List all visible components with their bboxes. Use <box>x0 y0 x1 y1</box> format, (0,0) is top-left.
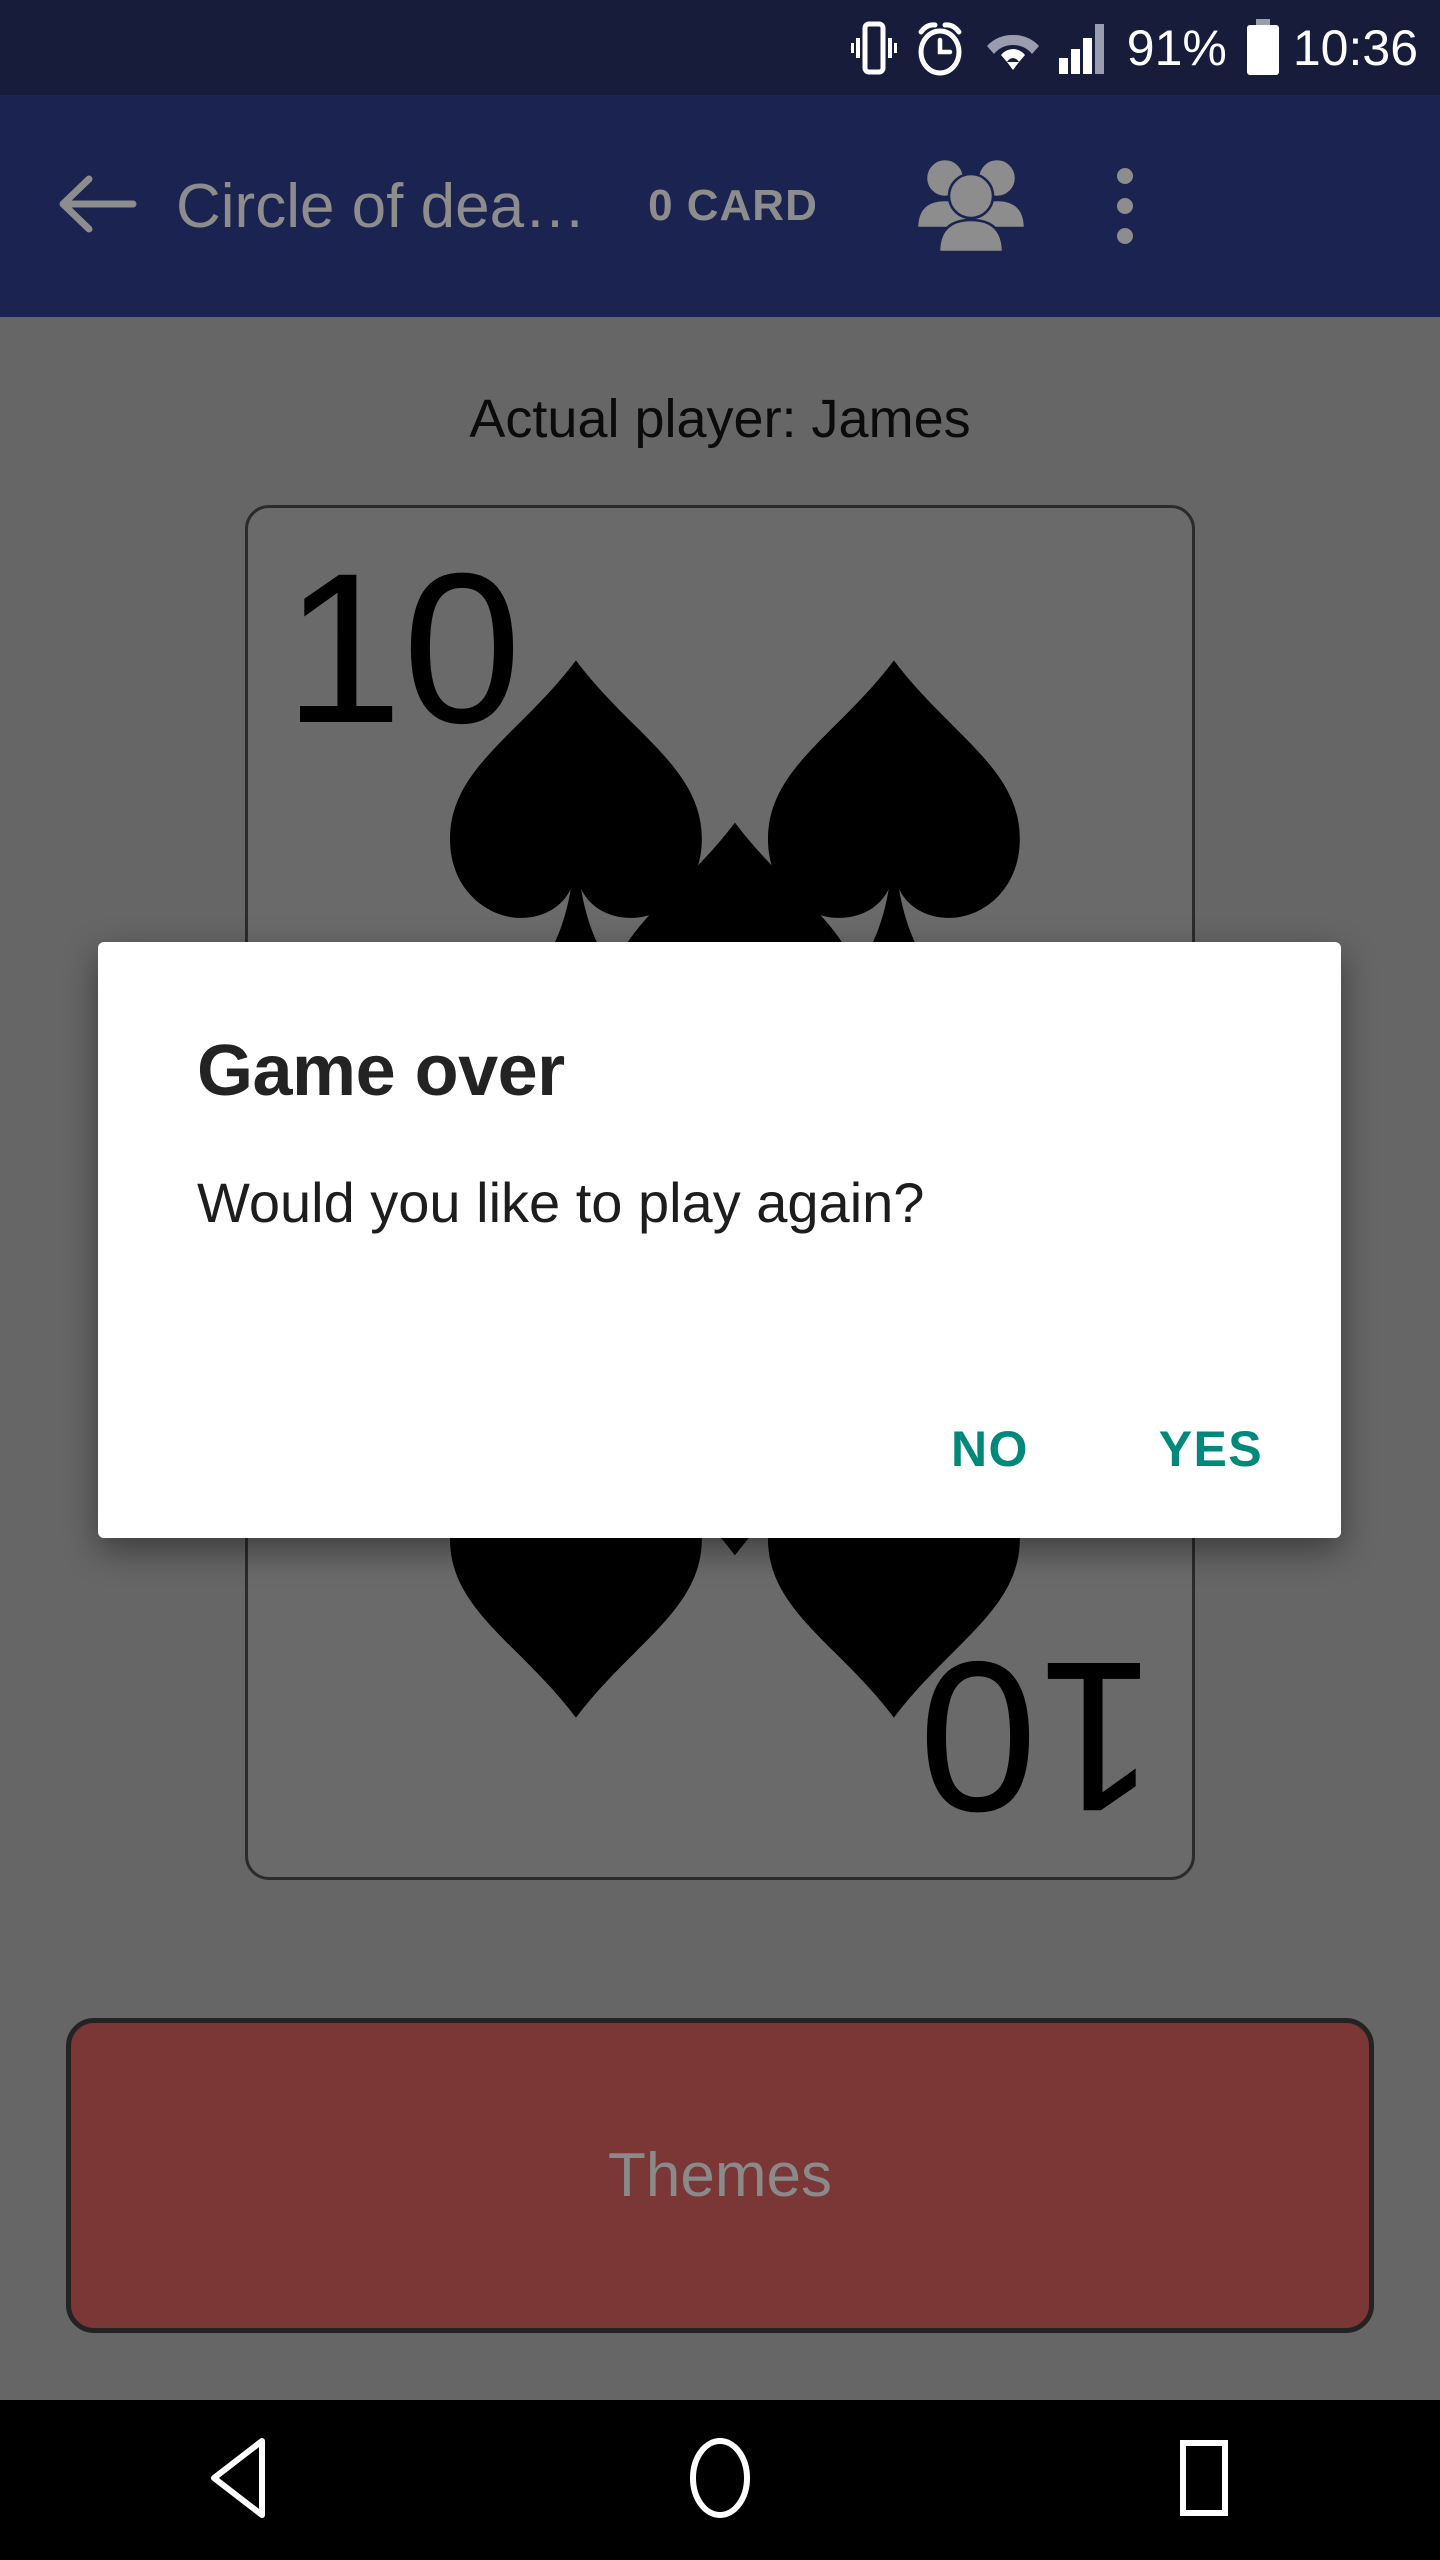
overflow-menu-button[interactable] <box>1070 141 1180 271</box>
alarm-icon <box>913 19 967 77</box>
back-arrow-icon <box>59 173 137 240</box>
svg-text:10: 10 <box>284 529 522 768</box>
navigation-bar <box>0 2400 1440 2560</box>
no-button[interactable]: NO <box>925 1404 1055 1494</box>
nav-recents-button[interactable] <box>1110 2400 1290 2560</box>
dialog-title: Game over <box>197 1031 565 1111</box>
players-button[interactable] <box>906 141 1036 271</box>
nav-recents-square-icon <box>1157 2435 1243 2526</box>
nav-back-triangle-icon <box>200 2435 280 2526</box>
actual-player-label: Actual player: James <box>469 389 971 449</box>
yes-button[interactable]: YES <box>1133 1404 1289 1494</box>
game-over-dialog: Game over Would you like to play again? … <box>98 942 1341 1538</box>
status-bar: 91% 10:36 <box>0 0 1440 95</box>
dialog-message: Would you like to play again? <box>197 1171 925 1234</box>
page-title: Circle of dea… <box>176 171 587 241</box>
status-clock: 10:36 <box>1292 19 1418 76</box>
back-button[interactable] <box>38 146 158 266</box>
nav-home-button[interactable] <box>630 2400 810 2560</box>
app-bar: Circle of dea… 0 CARD <box>0 95 1440 317</box>
nav-back-button[interactable] <box>150 2400 330 2560</box>
themes-button[interactable]: Themes <box>66 2018 1374 2333</box>
card-count-label: 0 CARD <box>648 181 818 230</box>
battery-percent-label: 91% <box>1126 19 1227 76</box>
signal-icon <box>1058 22 1113 74</box>
more-vert-icon <box>1116 161 1133 251</box>
vibrate-icon <box>850 19 897 77</box>
people-group-icon <box>911 152 1031 261</box>
nav-home-circle-icon <box>677 2435 763 2526</box>
svg-text:10: 10 <box>919 1617 1157 1856</box>
wifi-icon <box>983 23 1043 73</box>
dialog-actions: NO YES <box>925 1404 1289 1494</box>
battery-icon <box>1243 18 1283 77</box>
themes-button-label: Themes <box>608 2141 832 2210</box>
